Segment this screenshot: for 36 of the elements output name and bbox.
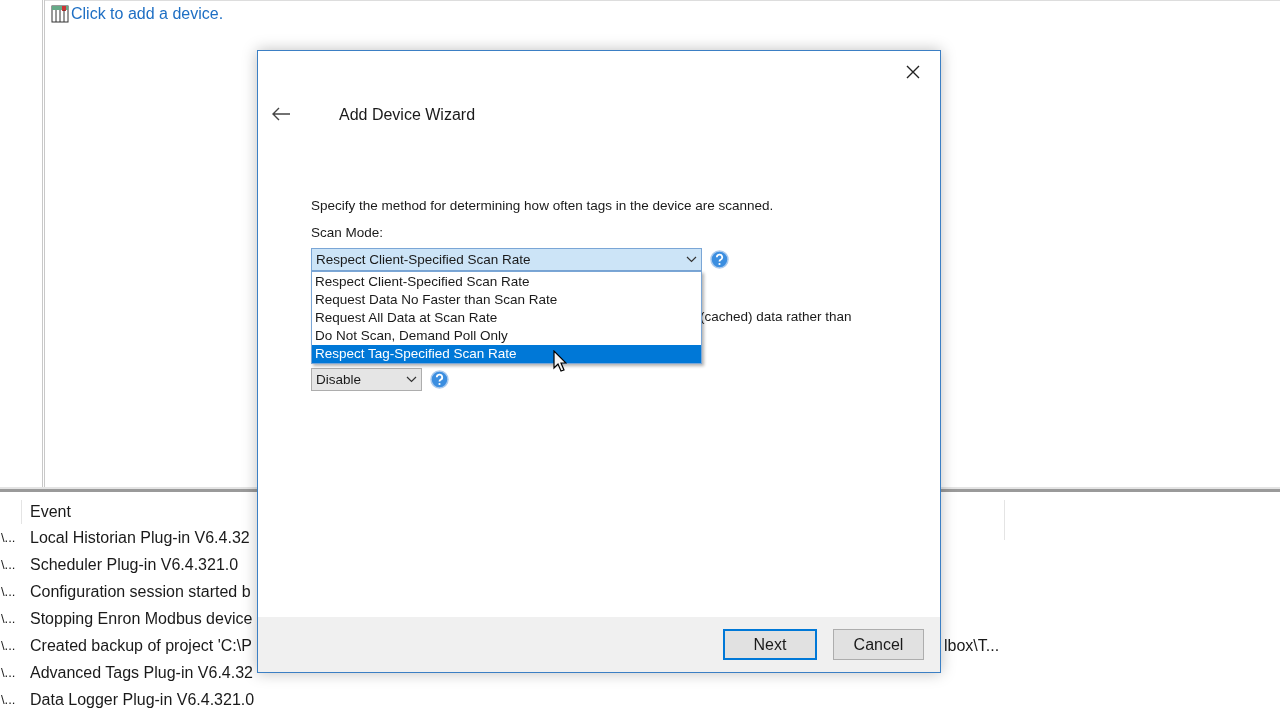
dropdown-option[interactable]: Do Not Scan, Demand Poll Only	[312, 327, 701, 345]
table-cell-text: \...	[0, 584, 17, 599]
dialog-button[interactable]: Next	[723, 629, 817, 660]
dropdown-option[interactable]: Request Data No Faster than Scan Rate	[312, 291, 701, 309]
table-cell: Advanced Tags Plug-in V6.4.32	[30, 663, 253, 682]
instruction-text: Specify the method for determining how often tags in the device are scanned.	[311, 198, 775, 213]
description-text: (cached) data rather than	[700, 309, 852, 324]
dropdown-option[interactable]: Respect Client-Specified Scan Rate	[312, 273, 701, 291]
help-icon[interactable]	[430, 370, 449, 389]
chevron-icon	[686, 256, 697, 263]
table-cell-text: \...	[0, 530, 17, 545]
table-cell: Stopping Enron Modbus device	[30, 609, 253, 628]
dropdown-option[interactable]: Respect Tag-Specified Scan Rate	[312, 345, 701, 363]
table-cell: Local Historian Plug-in V6.4.32	[30, 528, 250, 547]
table-cell: Scheduler Plug-in V6.4.321.0	[30, 555, 239, 574]
table-cell-text: \...	[0, 665, 17, 680]
add-device-link[interactable]: Click to add a device.	[51, 5, 224, 23]
field-label: Scan Mode:	[311, 225, 385, 240]
dialog-button[interactable]: Cancel	[833, 629, 924, 660]
table-cell: Configuration session started b	[30, 582, 251, 601]
table-cell-text: \...	[0, 611, 17, 626]
initial-updates-dropdown[interactable]: Disable	[311, 368, 422, 391]
grid-icon	[51, 5, 69, 23]
table-cell-text: \...	[0, 557, 17, 572]
help-icon[interactable]	[710, 250, 729, 269]
table-cell-text: \...	[0, 692, 17, 707]
back-arrow-icon[interactable]	[270, 107, 292, 123]
dialog-title: Add Device Wizard	[339, 106, 476, 124]
table-cell: Data Logger Plug-in V6.4.321.0	[30, 690, 255, 709]
dropdown-option[interactable]: Request All Data at Scan Rate	[312, 309, 701, 327]
scan-mode-dropdown[interactable]: Respect Client-Specified Scan Rate	[311, 248, 702, 271]
table-cell: lbox\T...	[944, 636, 1000, 655]
chevron-icon	[406, 376, 417, 383]
table-cell: Created backup of project 'C:\P	[30, 636, 252, 655]
table-cell-text: \...	[0, 638, 17, 653]
column-header[interactable]: Event	[30, 503, 71, 521]
